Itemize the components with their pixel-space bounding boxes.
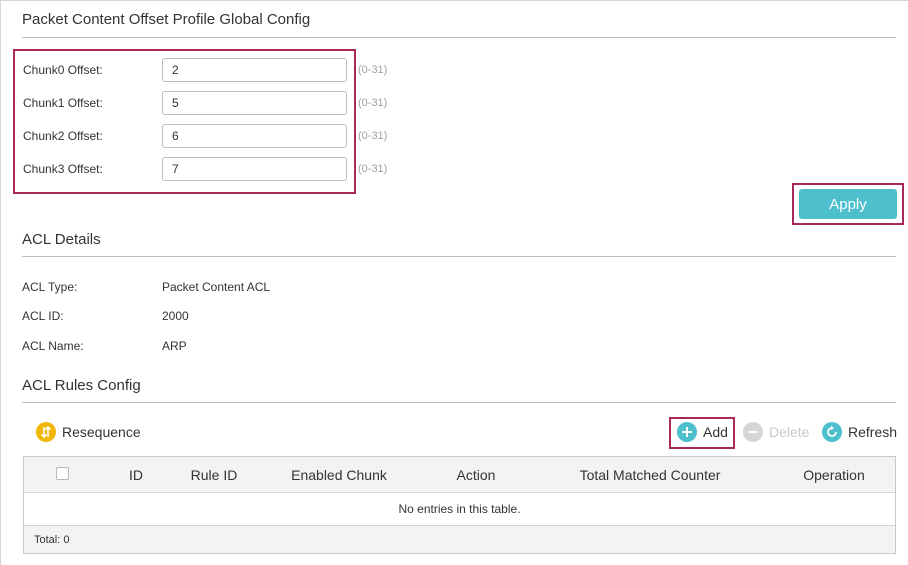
refresh-button[interactable]: Refresh [822,421,897,443]
minus-icon [743,422,763,442]
resequence-label: Resequence [62,424,141,440]
resequence-icon [36,422,56,442]
acl-name-label: ACL Name: [22,339,84,353]
chunk3-offset-input[interactable] [162,157,347,181]
chunk0-offset-label: Chunk0 Offset: [23,63,103,77]
acl-type-value: Packet Content ACL [162,280,271,294]
delete-button[interactable]: Delete [743,421,809,443]
add-button[interactable]: Add [677,421,728,443]
plus-icon [677,422,697,442]
column-header-total-matched-counter: Total Matched Counter [579,467,721,483]
total-count: Total: 0 [34,534,70,546]
apply-button[interactable]: Apply [799,189,897,219]
section-divider [22,37,896,38]
chunk3-offset-range: (0-31) [358,163,388,175]
chunk0-offset-range: (0-31) [358,64,388,76]
acl-name-value: ARP [162,339,187,353]
offset-section-title: Packet Content Offset Profile Global Con… [22,11,311,28]
acl-type-label: ACL Type: [22,280,78,294]
delete-label: Delete [769,424,810,440]
resequence-button[interactable]: Resequence [36,421,141,443]
column-header-operation: Operation [803,467,865,483]
chunk1-offset-label: Chunk1 Offset: [23,96,103,110]
acl-rules-title: ACL Rules Config [22,377,141,394]
table-header: ID Rule ID Enabled Chunk Action Total Ma… [24,457,895,493]
chunk2-offset-range: (0-31) [358,130,388,142]
chunk2-offset-input[interactable] [162,124,347,148]
empty-table-message: No entries in this table. [24,493,895,526]
acl-rules-table: ID Rule ID Enabled Chunk Action Total Ma… [23,456,896,554]
chunk1-offset-input[interactable] [162,91,347,115]
acl-id-value: 2000 [162,309,189,323]
acl-details-title: ACL Details [22,231,101,248]
column-header-rule-id: Rule ID [190,467,238,483]
section-divider [22,256,896,257]
refresh-icon [822,422,842,442]
column-header-action: Action [456,467,496,483]
chunk1-offset-range: (0-31) [358,97,388,109]
chunk0-offset-input[interactable] [162,58,347,82]
section-divider [22,402,896,403]
column-header-id: ID [129,467,143,483]
column-header-enabled-chunk: Enabled Chunk [291,467,387,483]
add-label: Add [703,424,728,440]
acl-id-label: ACL ID: [22,309,64,323]
select-all-checkbox[interactable] [56,467,69,480]
refresh-label: Refresh [848,424,898,440]
table-footer: Total: 0 [24,526,895,553]
chunk2-offset-label: Chunk2 Offset: [23,129,103,143]
chunk3-offset-label: Chunk3 Offset: [23,162,103,176]
